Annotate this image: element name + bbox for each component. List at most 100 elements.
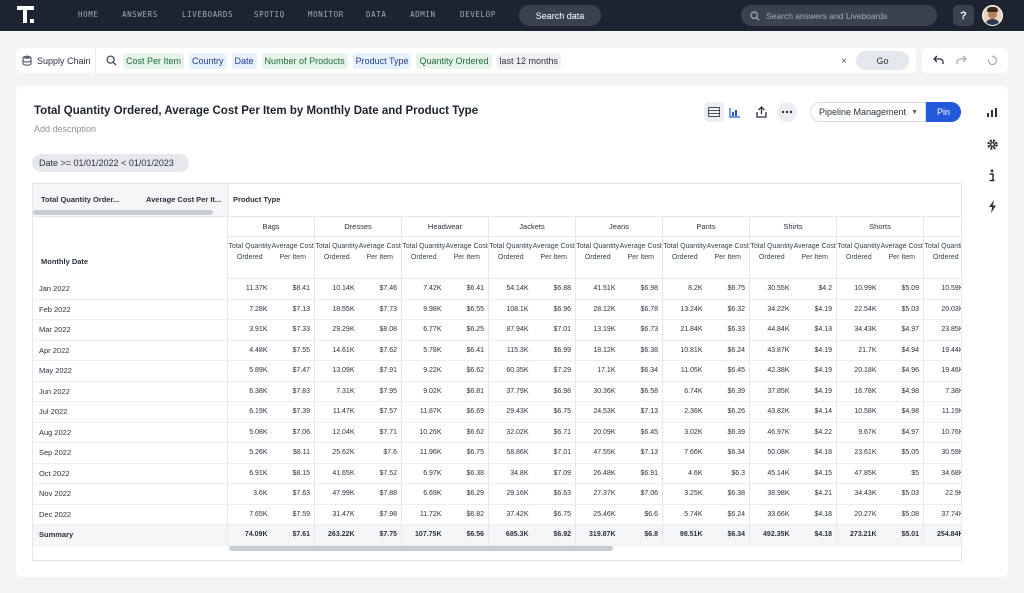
table-cell[interactable]: 22.9K: [924, 484, 961, 504]
nav-spotiq[interactable]: SPOTIQ: [254, 10, 285, 19]
table-cell[interactable]: 37.42K: [489, 505, 533, 525]
table-cell[interactable]: $7.59: [272, 504, 315, 524]
table-cell[interactable]: $6.75: [533, 504, 576, 524]
table-cell[interactable]: $4.15: [794, 463, 837, 483]
table-cell[interactable]: 7.38K: [924, 382, 961, 402]
table-cell[interactable]: $6.24: [707, 340, 750, 360]
table-cell[interactable]: $7.01: [533, 320, 576, 340]
table-cell[interactable]: $7.62: [359, 340, 402, 360]
table-cell[interactable]: $7.73: [359, 299, 402, 319]
table-cell[interactable]: $7.29: [533, 361, 576, 381]
measure-header[interactable]: Total Quantity Ordered: [315, 237, 359, 278]
row-date-label[interactable]: Mar 2022: [33, 320, 227, 341]
table-cell[interactable]: 23.61K: [837, 443, 881, 463]
product-type-header[interactable]: Shorts: [837, 217, 924, 236]
table-cell[interactable]: 34.43K: [837, 484, 881, 504]
table-cell[interactable]: $6.24: [707, 504, 750, 524]
table-cell[interactable]: $6.62: [446, 422, 489, 442]
table-cell[interactable]: 11.37K: [228, 279, 272, 299]
table-cell[interactable]: 6.38K: [228, 382, 272, 402]
table-cell[interactable]: 21.7K: [837, 341, 881, 361]
product-type-header[interactable]: Jeans: [576, 217, 663, 236]
liveboard-selector[interactable]: Pipeline Management ▼: [810, 102, 926, 122]
nav-monitor[interactable]: MONITOR: [308, 10, 344, 19]
table-cell[interactable]: 25.62K: [315, 443, 359, 463]
global-search-input[interactable]: Search answers and Liveboards: [741, 5, 937, 26]
table-cell[interactable]: 38.98K: [750, 484, 794, 504]
row-date-label[interactable]: Oct 2022: [33, 464, 227, 484]
measure-header[interactable]: Total Quantity Ordered: [576, 237, 620, 278]
measure-header[interactable]: Average Cost Per Item: [359, 237, 402, 278]
search-token-date[interactable]: Date: [231, 52, 257, 69]
table-cell[interactable]: $4.19: [794, 381, 837, 401]
thoughtspot-logo-icon[interactable]: [17, 5, 37, 25]
table-cell[interactable]: 3.02K: [663, 423, 707, 443]
table-cell[interactable]: $6.69: [446, 402, 489, 422]
table-cell[interactable]: 11.96K: [402, 443, 446, 463]
table-cell[interactable]: 47.85K: [837, 464, 881, 484]
table-cell[interactable]: $7.13: [620, 443, 663, 463]
table-cell[interactable]: 44.84K: [750, 320, 794, 340]
table-cell[interactable]: 34.8K: [489, 464, 533, 484]
user-avatar[interactable]: [982, 5, 1003, 26]
measure-header[interactable]: Total Quantity Ordered: [402, 237, 446, 278]
table-cell[interactable]: $6.25: [446, 320, 489, 340]
row-date-label[interactable]: Dec 2022: [33, 505, 227, 525]
table-cell[interactable]: 20.09K: [576, 423, 620, 443]
table-cell[interactable]: $5.01: [880, 525, 924, 545]
table-cell[interactable]: 18.12K: [576, 341, 620, 361]
row-header-label[interactable]: Monthly Date: [41, 257, 88, 266]
table-cell[interactable]: 10.99K: [837, 279, 881, 299]
table-cell[interactable]: $5.05: [881, 443, 924, 463]
table-cell[interactable]: 8.2K: [663, 279, 707, 299]
table-cell[interactable]: 24.53K: [576, 402, 620, 422]
table-cell[interactable]: $4.97: [881, 422, 924, 442]
table-cell[interactable]: 9.67K: [837, 423, 881, 443]
table-cell[interactable]: $4.94: [881, 340, 924, 360]
table-cell[interactable]: $7.47: [272, 361, 315, 381]
measure-header[interactable]: Average Cost Per Item: [794, 237, 837, 278]
search-data-button[interactable]: Search data: [519, 5, 601, 26]
table-cell[interactable]: $6.62: [446, 361, 489, 381]
table-cell[interactable]: $4.97: [881, 320, 924, 340]
table-cell[interactable]: $7.01: [533, 443, 576, 463]
table-cell[interactable]: 29.16K: [489, 484, 533, 504]
search-token-product-type[interactable]: Product Type: [352, 52, 412, 69]
table-cell[interactable]: 20.18K: [837, 361, 881, 381]
table-cell[interactable]: 6.91K: [228, 464, 272, 484]
table-cell[interactable]: $4.19: [794, 361, 837, 381]
table-cell[interactable]: 47.55K: [576, 443, 620, 463]
table-cell[interactable]: 6.74K: [663, 382, 707, 402]
table-cell[interactable]: $6.88: [533, 279, 576, 299]
table-cell[interactable]: 5.08K: [228, 423, 272, 443]
table-cell[interactable]: $6.3: [707, 463, 750, 483]
table-cell[interactable]: $4.21: [794, 484, 837, 504]
measure-header[interactable]: Average Cost Per Item: [881, 237, 924, 278]
measure-header[interactable]: Total Quantity Ordered: [663, 237, 707, 278]
table-cell[interactable]: $6.26: [707, 402, 750, 422]
table-cell[interactable]: $6.34: [707, 443, 750, 463]
table-cell[interactable]: 27.37K: [576, 484, 620, 504]
table-cell[interactable]: $6.6: [620, 504, 663, 524]
table-cell[interactable]: $7.55: [272, 340, 315, 360]
row-date-label[interactable]: Sep 2022: [33, 443, 227, 464]
table-cell[interactable]: 5.26K: [228, 443, 272, 463]
search-token-quantity-ordered[interactable]: Quantity Ordered: [416, 52, 492, 69]
pivot-header-label[interactable]: Product Type: [233, 195, 280, 204]
search-token-country[interactable]: Country: [189, 52, 227, 69]
measure-header[interactable]: Average Cost Per Item: [620, 237, 663, 278]
table-cell[interactable]: $6.55: [446, 299, 489, 319]
table-cell[interactable]: $6.33: [707, 320, 750, 340]
help-button[interactable]: ?: [953, 5, 974, 26]
table-cell[interactable]: $6.73: [620, 320, 663, 340]
table-cell[interactable]: 41.65K: [315, 464, 359, 484]
table-cell[interactable]: 3.25K: [663, 484, 707, 504]
search-query-bar[interactable]: Cost Per Item Country Date Number of Pro…: [96, 48, 916, 73]
table-cell[interactable]: $6.96: [533, 299, 576, 319]
nav-liveboards[interactable]: LIVEBOARDS: [182, 10, 233, 19]
table-cell[interactable]: 319.87K: [576, 525, 620, 545]
table-cell[interactable]: 23.85K: [924, 320, 961, 340]
table-cell[interactable]: 28.12K: [576, 300, 620, 320]
table-cell[interactable]: 7.65K: [228, 505, 272, 525]
table-cell[interactable]: $7.33: [272, 320, 315, 340]
